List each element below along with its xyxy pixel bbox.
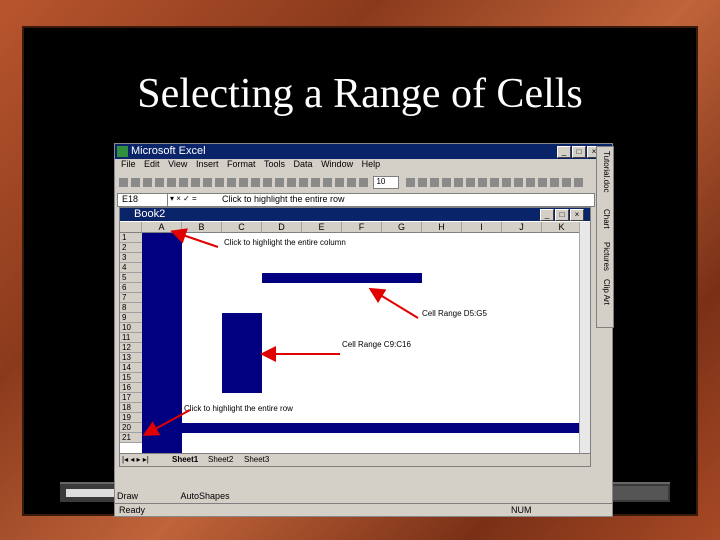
arrow-to-row-header bbox=[142, 409, 191, 436]
annotation-arrows bbox=[142, 228, 419, 436]
arrow-to-range-d5-g5 bbox=[368, 287, 419, 319]
arrow-to-column-header bbox=[170, 228, 219, 248]
